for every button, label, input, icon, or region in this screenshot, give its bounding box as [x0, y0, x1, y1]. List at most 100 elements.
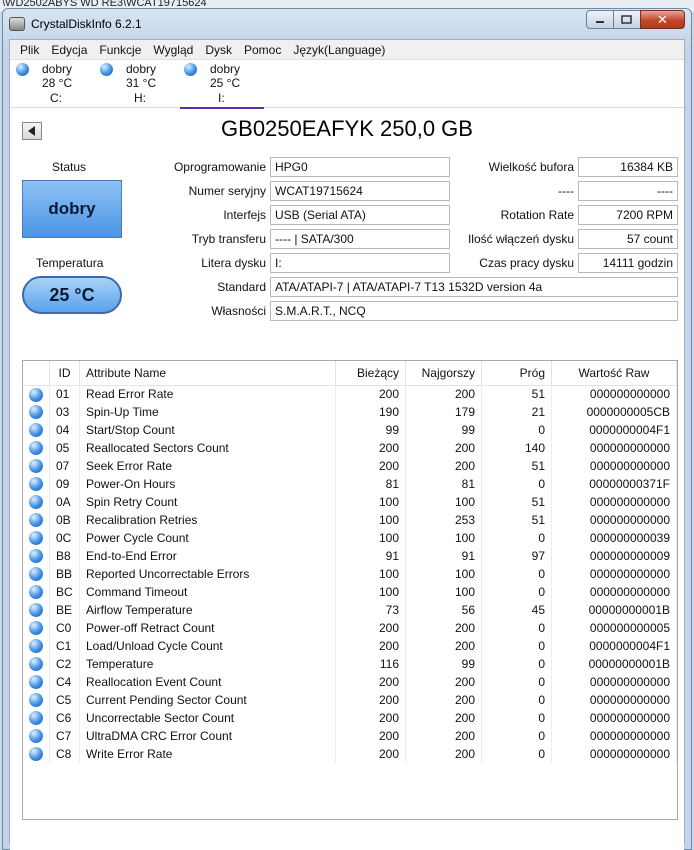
- worst-value-cell: 100: [405, 565, 482, 583]
- raw-value-cell: 000000000039: [551, 529, 677, 547]
- attribute-name-column-header[interactable]: Attribute Name: [79, 361, 336, 386]
- previous-disk-button[interactable]: [22, 122, 42, 140]
- table-row[interactable]: 01 Read Error Rate 200 200 51 000000000000: [23, 385, 677, 403]
- good-status-icon: [29, 459, 43, 474]
- menu-file[interactable]: Plik: [14, 43, 45, 57]
- status-cell: [23, 547, 50, 565]
- title-bar[interactable]: CrystalDiskInfo 6.2.1 ✕: [3, 9, 691, 39]
- disk-tab-h[interactable]: dobry 31 °C H:: [96, 60, 180, 108]
- status-column-header[interactable]: [23, 361, 50, 386]
- table-row[interactable]: BC Command Timeout 100 100 0 000000000000: [23, 583, 677, 601]
- id-cell: 03: [49, 403, 80, 421]
- status-cell: [23, 385, 50, 403]
- attribute-name-cell: Temperature: [79, 655, 336, 673]
- power-on-hours-label: Czas pracy dysku: [479, 256, 574, 270]
- health-status-button[interactable]: dobry: [22, 180, 122, 238]
- attribute-name-cell: Reallocation Event Count: [79, 673, 336, 691]
- table-row[interactable]: BE Airflow Temperature 73 56 45 00000000001B: [23, 601, 677, 619]
- table-row[interactable]: 03 Spin-Up Time 190 179 21 0000000005CB: [23, 403, 677, 421]
- table-row[interactable]: C0 Power-off Retract Count 200 200 0 00000000…: [23, 619, 677, 637]
- good-status-icon: [29, 549, 43, 564]
- menu-theme[interactable]: Wygląd: [147, 43, 199, 57]
- good-status-icon: [29, 585, 43, 600]
- id-cell: 0A: [49, 493, 80, 511]
- worst-value-cell: 91: [405, 547, 482, 565]
- good-status-icon: [100, 63, 113, 76]
- threshold-cell: 0: [481, 529, 552, 547]
- raw-value-cell: 0000000004F1: [551, 637, 677, 655]
- firmware-label: Oprogramowanie: [173, 160, 266, 174]
- table-row[interactable]: 09 Power-On Hours 81 81 0 00000000371F: [23, 475, 677, 493]
- raw-value-cell: 000000000000: [551, 583, 677, 601]
- menu-help[interactable]: Pomoc: [238, 43, 287, 57]
- table-row[interactable]: C7 UltraDMA CRC Error Count 200 200 0 0000000…: [23, 727, 677, 745]
- table-row[interactable]: C8 Write Error Rate 200 200 0 000000000000: [23, 745, 677, 763]
- good-status-icon: [29, 711, 43, 726]
- arrow-left-icon: [28, 126, 35, 136]
- status-cell: [23, 457, 50, 475]
- good-status-icon: [29, 747, 43, 762]
- app-icon: [9, 17, 25, 31]
- nv-cache-label: ----: [558, 184, 574, 198]
- current-column-header[interactable]: Bieżący: [335, 361, 406, 386]
- maximize-button[interactable]: [613, 10, 640, 29]
- features-label: Własności: [211, 304, 266, 318]
- id-cell: C1: [49, 637, 80, 655]
- table-row[interactable]: 04 Start/Stop Count 99 99 0 0000000004F1: [23, 421, 677, 439]
- status-label: Status: [52, 160, 87, 174]
- table-row[interactable]: 0B Recalibration Retries 100 253 51 000000000…: [23, 511, 677, 529]
- smart-attributes-table[interactable]: ID Attribute Name Bieżący Najgorszy Próg…: [22, 360, 678, 820]
- disk-tab-c[interactable]: dobry 28 °C C:: [12, 60, 96, 108]
- id-cell: BE: [49, 601, 80, 619]
- table-row[interactable]: 0C Power Cycle Count 100 100 0 000000000039: [23, 529, 677, 547]
- table-row[interactable]: 0A Spin Retry Count 100 100 51 000000000000: [23, 493, 677, 511]
- power-on-count-label: Ilość włączeń dysku: [467, 232, 574, 246]
- table-row[interactable]: 07 Seek Error Rate 200 200 51 000000000000: [23, 457, 677, 475]
- worst-value-cell: 253: [405, 511, 482, 529]
- current-value-cell: 200: [335, 691, 406, 709]
- buffer-size-field: 16384 KB: [578, 157, 678, 177]
- threshold-cell: 0: [481, 709, 552, 727]
- worst-value-cell: 100: [405, 583, 482, 601]
- minimize-button[interactable]: [586, 10, 613, 29]
- menu-edit[interactable]: Edycja: [45, 43, 93, 57]
- table-row[interactable]: C5 Current Pending Sector Count 200 200 0 000…: [23, 691, 677, 709]
- close-button[interactable]: ✕: [640, 10, 685, 29]
- good-status-icon: [29, 729, 43, 744]
- raw-value-cell: 00000000001B: [551, 655, 677, 673]
- table-row[interactable]: C1 Load/Unload Cycle Count 200 200 0 00000000…: [23, 637, 677, 655]
- id-column-header[interactable]: ID: [49, 361, 80, 386]
- temperature-button[interactable]: 25 °C: [22, 276, 122, 314]
- status-cell: [23, 493, 50, 511]
- raw-value-column-header[interactable]: Wartość Raw: [551, 361, 677, 386]
- table-row[interactable]: C6 Uncorrectable Sector Count 200 200 0 00000…: [23, 709, 677, 727]
- worst-column-header[interactable]: Najgorszy: [405, 361, 482, 386]
- threshold-column-header[interactable]: Próg: [481, 361, 552, 386]
- table-row[interactable]: C2 Temperature 116 99 0 00000000001B: [23, 655, 677, 673]
- good-status-icon: [29, 513, 43, 528]
- worst-value-cell: 200: [405, 673, 482, 691]
- status-cell: [23, 403, 50, 421]
- table-row[interactable]: BB Reported Uncorrectable Errors 100 100 0 00…: [23, 565, 677, 583]
- good-status-icon: [29, 567, 43, 582]
- raw-value-cell: 000000000000: [551, 673, 677, 691]
- good-status-icon: [29, 693, 43, 708]
- table-row[interactable]: 05 Reallocated Sectors Count 200 200 140 0000…: [23, 439, 677, 457]
- menu-language[interactable]: Język(Language): [287, 43, 391, 57]
- menu-function[interactable]: Funkcje: [93, 43, 147, 57]
- temperature-label: Temperatura: [36, 256, 104, 270]
- status-cell: [23, 727, 50, 745]
- menu-disk[interactable]: Dysk: [199, 43, 238, 57]
- table-row[interactable]: C4 Reallocation Event Count 200 200 0 0000000…: [23, 673, 677, 691]
- attribute-name-cell: Reported Uncorrectable Errors: [79, 565, 336, 583]
- raw-value-cell: 000000000005: [551, 619, 677, 637]
- status-cell: [23, 637, 50, 655]
- id-cell: B8: [49, 547, 80, 565]
- table-row[interactable]: B8 End-to-End Error 91 91 97 000000000009: [23, 547, 677, 565]
- status-cell: [23, 529, 50, 547]
- disk-tab-i[interactable]: dobry 25 °C I:: [180, 60, 264, 109]
- worst-value-cell: 179: [405, 403, 482, 421]
- raw-value-cell: 000000000000: [551, 709, 677, 727]
- current-value-cell: 200: [335, 637, 406, 655]
- current-value-cell: 100: [335, 511, 406, 529]
